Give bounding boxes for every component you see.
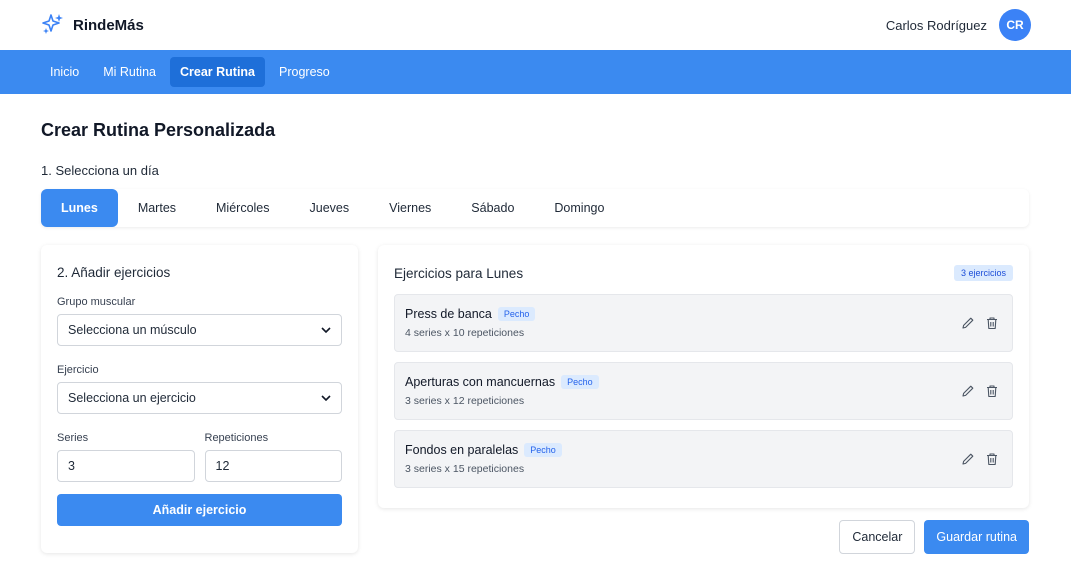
pencil-icon[interactable]: [960, 315, 976, 331]
exercise-label: Ejercicio: [57, 364, 99, 376]
exercise-list-header: Ejercicios para Lunes 3 ejercicios: [394, 265, 1013, 281]
muscle-tag: Pecho: [497, 307, 536, 321]
reps-label: Repeticiones: [204, 432, 269, 444]
list-item: Aperturas con mancuernas Pecho 3 series …: [394, 362, 1013, 420]
main-content: Crear Rutina Personalizada 1. Selecciona…: [0, 120, 1071, 554]
exercise-list-title: Ejercicios para Lunes: [394, 265, 524, 281]
muscle-tag: Pecho: [524, 443, 562, 457]
day-tabs: Lunes Martes Miércoles Jueves Viernes Sá…: [41, 189, 1029, 227]
exercise-actions: [960, 315, 1000, 331]
series-input[interactable]: 3: [57, 450, 195, 482]
muscle-group-select[interactable]: Selecciona un músculo: [57, 314, 342, 346]
list-item: Fondos en paralelas Pecho 3 series x 15 …: [394, 430, 1013, 488]
exercise-name: Fondos en paralelas: [405, 443, 519, 457]
exercise-name-row: Press de banca Pecho: [405, 307, 536, 321]
exercise-name: Aperturas con mancuernas: [405, 375, 556, 389]
nav-item-crear-rutina[interactable]: Crear Rutina: [169, 57, 266, 87]
exercise-select[interactable]: Selecciona un ejercicio: [57, 382, 342, 414]
user-name: Carlos Rodríguez: [885, 17, 987, 33]
sparkles-icon: [42, 13, 64, 38]
exercise-info: Press de banca Pecho 4 series x 10 repet…: [405, 307, 536, 339]
avatar[interactable]: CR: [999, 9, 1031, 41]
exercise-value: Selecciona un ejercicio: [68, 391, 196, 405]
reps-input[interactable]: 12: [204, 450, 342, 482]
chevron-down-icon: [321, 324, 331, 336]
muscle-group-label: Grupo muscular: [57, 296, 136, 308]
exercise-info: Aperturas con mancuernas Pecho 3 series …: [405, 375, 599, 407]
nav-item-inicio[interactable]: Inicio: [40, 57, 89, 87]
muscle-tag: Pecho: [561, 375, 599, 389]
list-item: Press de banca Pecho 4 series x 10 repet…: [394, 294, 1013, 352]
exercise-detail: 3 series x 12 repeticiones: [405, 395, 525, 407]
exercise-detail: 3 series x 15 repeticiones: [405, 463, 525, 475]
series-label: Series: [57, 432, 89, 444]
tab-viernes[interactable]: Viernes: [369, 189, 451, 227]
main-nav: Inicio Mi Rutina Crear Rutina Progreso: [0, 50, 1071, 94]
exercise-name-row: Aperturas con mancuernas Pecho: [405, 375, 599, 389]
exercise-list: Press de banca Pecho 4 series x 10 repet…: [394, 294, 1013, 488]
reps-group: Repeticiones 12: [204, 414, 342, 482]
add-exercise-card: 2. Añadir ejercicios Grupo muscular Sele…: [41, 245, 358, 553]
tab-domingo[interactable]: Domingo: [534, 189, 624, 227]
nav-item-mi-rutina[interactable]: Mi Rutina: [93, 57, 166, 87]
brand-name: RindeMás: [73, 16, 144, 34]
count-badge: 3 ejercicios: [953, 265, 1013, 281]
tab-miercoles[interactable]: Miércoles: [196, 189, 290, 227]
tab-jueves[interactable]: Jueves: [290, 189, 370, 227]
cancel-button[interactable]: Cancelar: [839, 520, 916, 554]
tab-lunes[interactable]: Lunes: [41, 189, 118, 227]
trash-icon[interactable]: [984, 451, 1000, 467]
trash-icon[interactable]: [984, 315, 1000, 331]
exercise-name-row: Fondos en paralelas Pecho: [405, 443, 562, 457]
page-title: Crear Rutina Personalizada: [41, 120, 276, 140]
exercise-detail: 4 series x 10 repeticiones: [405, 327, 525, 339]
add-exercise-title: 2. Añadir ejercicios: [57, 265, 171, 280]
exercise-info: Fondos en paralelas Pecho 3 series x 15 …: [405, 443, 562, 475]
exercise-list-card: Ejercicios para Lunes 3 ejercicios Press…: [378, 245, 1029, 508]
muscle-group-value: Selecciona un músculo: [68, 323, 197, 337]
tab-martes[interactable]: Martes: [118, 189, 196, 227]
exercise-actions: [960, 383, 1000, 399]
pencil-icon[interactable]: [960, 383, 976, 399]
save-routine-button[interactable]: Guardar rutina: [924, 520, 1029, 554]
exercise-actions: [960, 451, 1000, 467]
tab-sabado[interactable]: Sábado: [451, 189, 534, 227]
series-group: Series 3: [57, 414, 195, 482]
footer-actions: Cancelar Guardar rutina: [378, 520, 1029, 554]
chevron-down-icon: [321, 392, 331, 404]
user-menu[interactable]: Carlos Rodríguez CR: [886, 9, 1031, 41]
columns: 2. Añadir ejercicios Grupo muscular Sele…: [41, 245, 1030, 554]
right-column: Ejercicios para Lunes 3 ejercicios Press…: [378, 245, 1029, 554]
trash-icon[interactable]: [984, 383, 1000, 399]
top-bar: RindeMás Carlos Rodríguez CR: [0, 0, 1071, 50]
nav-item-progreso[interactable]: Progreso: [269, 57, 340, 87]
brand[interactable]: RindeMás: [42, 13, 144, 38]
step1-label: 1. Selecciona un día: [41, 163, 159, 178]
pencil-icon[interactable]: [960, 451, 976, 467]
series-reps-row: Series 3 Repeticiones 12: [57, 414, 342, 482]
add-exercise-button[interactable]: Añadir ejercicio: [57, 494, 342, 526]
exercise-name: Press de banca: [405, 307, 492, 321]
